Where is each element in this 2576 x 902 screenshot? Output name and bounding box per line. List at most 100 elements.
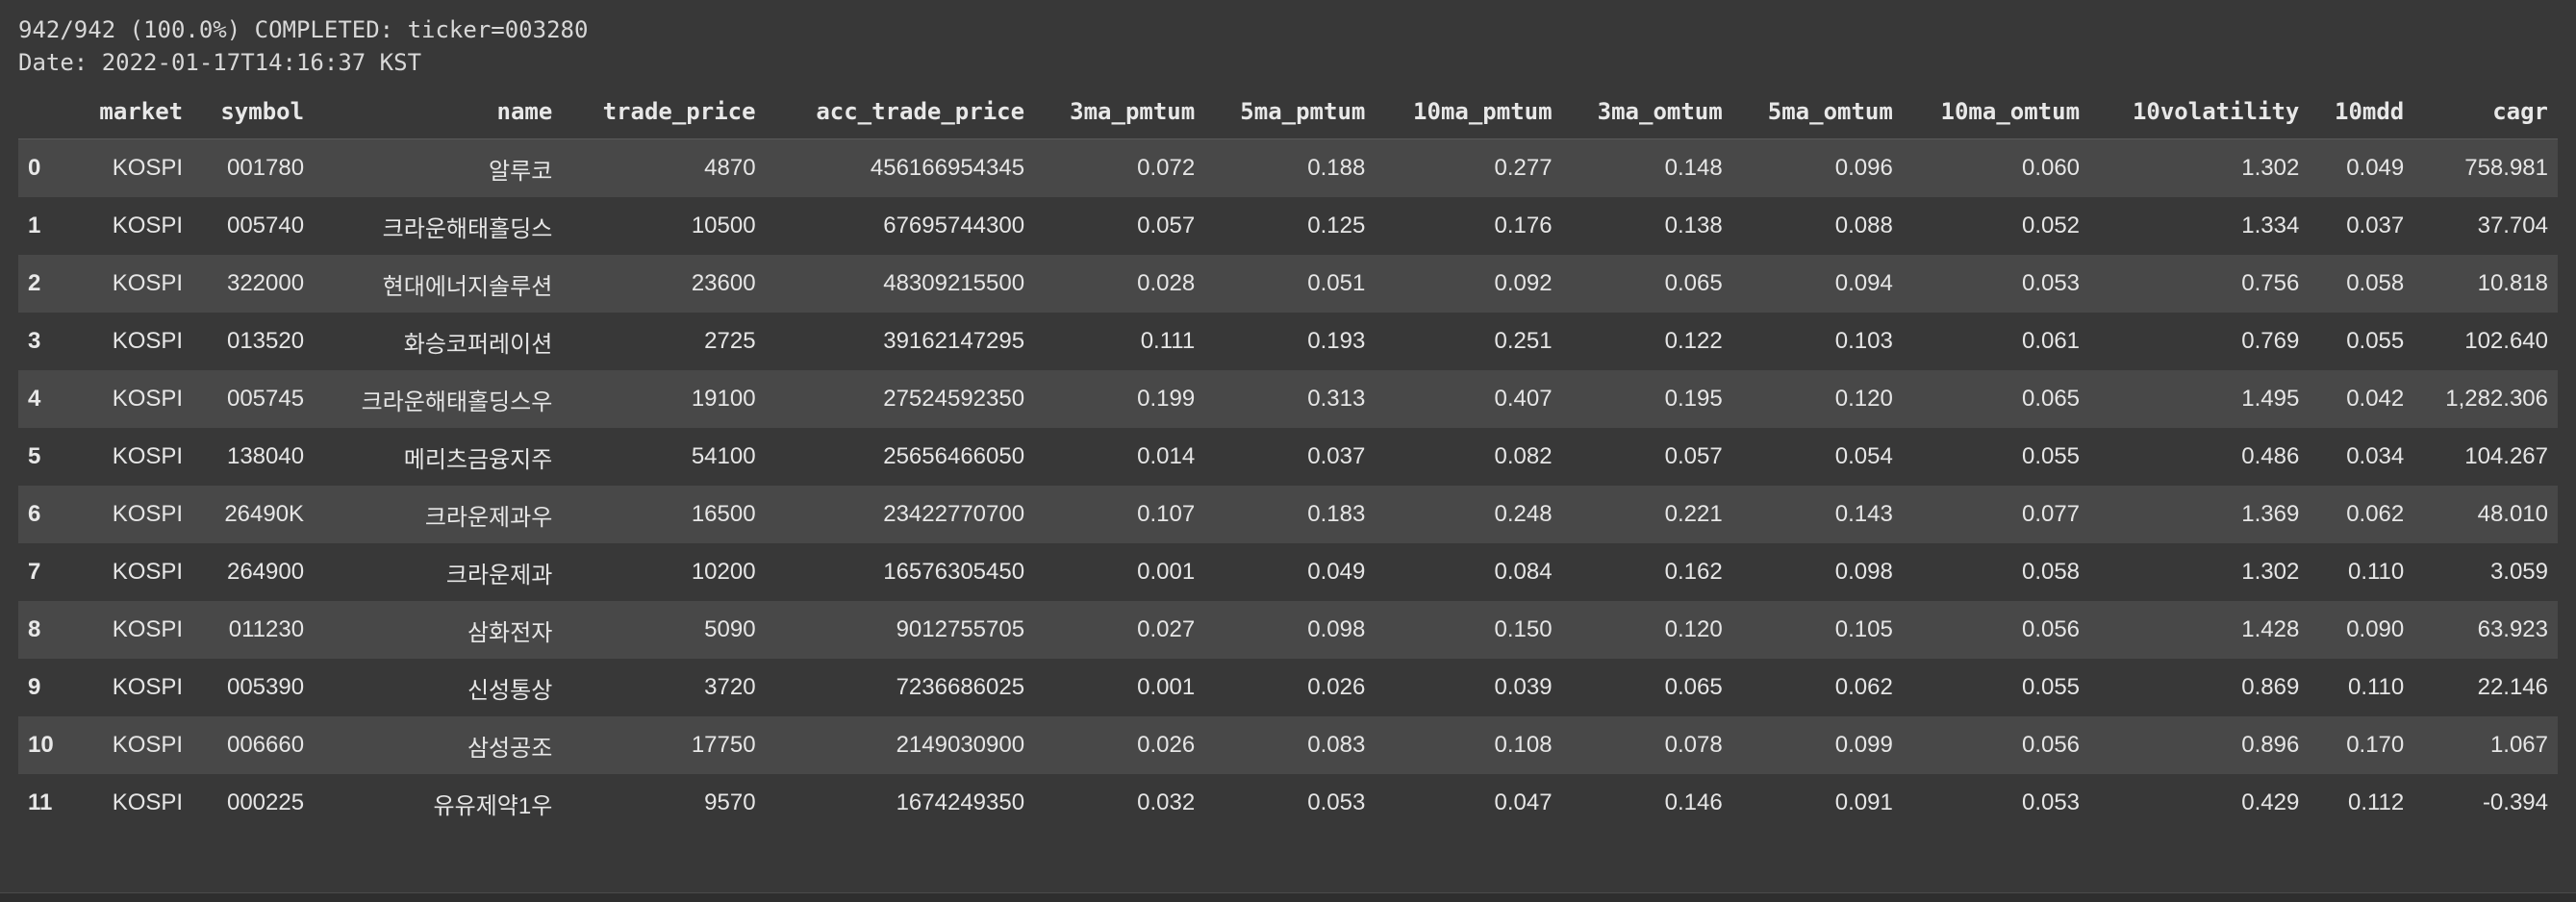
cell-3ma-omtum: 0.162 <box>1664 559 1723 585</box>
cell-trade-price: 19100 <box>691 386 756 412</box>
cell-5ma-omtum: 0.120 <box>1834 386 1893 412</box>
cell-acc-trade-price: 7236686025 <box>896 674 1025 700</box>
cell-cagr: -0.394 <box>2482 789 2548 815</box>
cell-10mdd: 0.062 <box>2346 501 2405 527</box>
cell-10ma-pmtum: 0.176 <box>1494 213 1553 238</box>
cell-acc-trade-price: 67695744300 <box>883 213 1025 238</box>
table-row: 1 KOSPI 005740 크라운해태홀딩스 10500 67695744300 0.05… <box>18 197 2558 255</box>
cell-symbol: 000225 <box>226 789 305 815</box>
dataframe-table: market symbol name trade_price acc_trade_pri… <box>18 85 2558 832</box>
cell-market: KOSPI <box>112 328 184 354</box>
column-header-symbol: symbol <box>192 85 315 139</box>
cell-10ma-omtum: 0.053 <box>2021 270 2081 296</box>
cell-cagr: 1.067 <box>2489 732 2548 758</box>
table-row: 9 KOSPI 005390 신성통상 3720 7236686025 0.001 0.026… <box>18 659 2558 716</box>
dataframe-container: market symbol name trade_price acc_trade_pri… <box>18 85 2558 854</box>
cell-10ma-omtum: 0.061 <box>2021 328 2081 354</box>
horizontal-scrollbar[interactable] <box>0 892 2576 902</box>
cell-name: 신성통상 <box>467 677 553 704</box>
cell-3ma-pmtum: 0.001 <box>1137 674 1196 700</box>
cell-10volatility: 1.302 <box>2241 559 2300 585</box>
cell-10ma-omtum: 0.055 <box>2021 443 2081 469</box>
cell-market: KOSPI <box>112 789 184 815</box>
cell-10ma-omtum: 0.056 <box>2021 732 2081 758</box>
notebook-output-cell: 942/942 (100.0%) COMPLETED: ticker=00328… <box>0 0 2576 902</box>
cell-trade-price: 5090 <box>704 616 756 642</box>
cell-trade-price: 54100 <box>691 443 756 469</box>
cell-5ma-pmtum: 0.183 <box>1307 501 1366 527</box>
cell-name: 유유제약1우 <box>433 792 553 819</box>
cell-5ma-pmtum: 0.049 <box>1307 559 1366 585</box>
cell-10volatility: 0.429 <box>2241 789 2300 815</box>
row-index: 10 <box>28 732 54 758</box>
cell-5ma-pmtum: 0.053 <box>1307 789 1366 815</box>
cell-symbol: 138040 <box>226 443 305 469</box>
cell-cagr: 104.267 <box>2464 443 2548 469</box>
table-row: 8 KOSPI 011230 삼화전자 5090 9012755705 0.027 0.098… <box>18 601 2558 659</box>
cell-symbol: 006660 <box>226 732 305 758</box>
cell-cagr: 758.981 <box>2413 138 2558 197</box>
cell-10volatility: 0.756 <box>2241 270 2300 296</box>
row-index: 8 <box>28 616 41 642</box>
row-index: 6 <box>28 501 41 527</box>
cell-10ma-omtum: 0.060 <box>1902 138 2090 197</box>
cell-10mdd: 0.034 <box>2346 443 2405 469</box>
column-header-3ma-omtum: 3ma_omtum <box>1561 85 1732 139</box>
cell-10volatility: 0.769 <box>2241 328 2300 354</box>
cell-3ma-omtum: 0.078 <box>1664 732 1723 758</box>
cell-5ma-pmtum: 0.083 <box>1307 732 1366 758</box>
cell-10mdd: 0.112 <box>2347 789 2405 815</box>
cell-name: 크라운제과우 <box>424 504 553 531</box>
cell-10ma-pmtum: 0.092 <box>1494 270 1553 296</box>
cell-cagr: 3.059 <box>2489 559 2548 585</box>
cell-5ma-omtum: 0.105 <box>1834 616 1893 642</box>
cell-symbol: 322000 <box>226 270 305 296</box>
cell-name: 화승코퍼레이션 <box>403 331 553 358</box>
cell-market: KOSPI <box>112 386 184 412</box>
cell-10ma-pmtum: 0.277 <box>1375 138 1562 197</box>
cell-3ma-omtum: 0.146 <box>1664 789 1723 815</box>
cell-name: 크라운해태홀딩스우 <box>361 388 553 415</box>
cell-5ma-pmtum: 0.193 <box>1307 328 1366 354</box>
row-index: 3 <box>28 328 41 354</box>
cell-5ma-pmtum: 0.026 <box>1307 674 1366 700</box>
cell-market: KOSPI <box>112 616 184 642</box>
cell-trade-price: 10200 <box>691 559 756 585</box>
cell-10mdd: 0.090 <box>2346 616 2405 642</box>
cell-acc-trade-price: 25656466050 <box>883 443 1025 469</box>
cell-3ma-pmtum: 0.028 <box>1137 270 1196 296</box>
cell-5ma-pmtum: 0.051 <box>1307 270 1366 296</box>
cell-cagr: 1,282.306 <box>2445 386 2548 412</box>
cell-3ma-pmtum: 0.072 <box>1034 138 1205 197</box>
cell-name: 알루코 <box>314 138 563 197</box>
cell-name: 크라운제과 <box>445 562 553 589</box>
cell-10volatility: 1.369 <box>2241 501 2300 527</box>
cell-acc-trade-price: 9012755705 <box>896 616 1025 642</box>
cell-5ma-pmtum: 0.037 <box>1307 443 1366 469</box>
stdout-text: 942/942 (100.0%) COMPLETED: ticker=00328… <box>18 13 588 79</box>
cell-10ma-pmtum: 0.082 <box>1494 443 1553 469</box>
table-body: 0 KOSPI 001780 알루코 4870 456166954345 0.072 0.18… <box>18 138 2558 832</box>
cell-symbol: 26490K <box>224 501 305 527</box>
cell-5ma-pmtum: 0.313 <box>1307 386 1366 412</box>
cell-10volatility: 0.896 <box>2241 732 2300 758</box>
column-header-cagr: cagr <box>2413 85 2558 139</box>
row-index: 7 <box>28 559 41 585</box>
table-row: 11 KOSPI 000225 유유제약1우 9570 1674249350 0.032 0.… <box>18 774 2558 832</box>
cell-symbol: 264900 <box>226 559 305 585</box>
cell-3ma-pmtum: 0.014 <box>1137 443 1196 469</box>
column-header-10ma-omtum: 10ma_omtum <box>1902 85 2090 139</box>
cell-symbol: 005740 <box>226 213 305 238</box>
table-row: 0 KOSPI 001780 알루코 4870 456166954345 0.072 0.18… <box>18 138 2558 197</box>
cell-acc-trade-price: 27524592350 <box>883 386 1025 412</box>
cell-3ma-omtum: 0.120 <box>1664 616 1723 642</box>
cell-acc-trade-price: 456166954345 <box>765 138 1035 197</box>
cell-5ma-omtum: 0.096 <box>1731 138 1903 197</box>
cell-5ma-omtum: 0.054 <box>1834 443 1893 469</box>
cell-10ma-pmtum: 0.248 <box>1494 501 1553 527</box>
column-header-10mdd: 10mdd <box>2309 85 2414 139</box>
cell-10ma-pmtum: 0.108 <box>1494 732 1553 758</box>
cell-5ma-omtum: 0.098 <box>1834 559 1893 585</box>
cell-10ma-omtum: 0.065 <box>2021 386 2081 412</box>
cell-symbol: 005745 <box>226 386 305 412</box>
